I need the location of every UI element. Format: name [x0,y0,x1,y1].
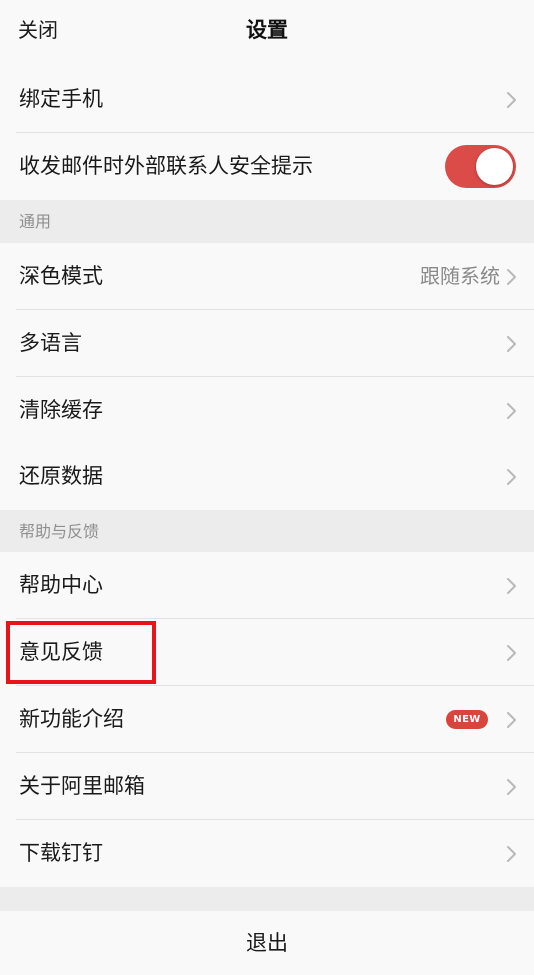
chevron-right-icon [507,779,516,795]
help-center-row[interactable]: 帮助中心 [0,552,534,619]
chevron-right-icon [507,846,516,862]
chevron-right-icon [507,92,516,108]
section-header-general: 通用 [0,200,534,243]
external-contact-tip-toggle[interactable] [445,145,516,188]
section-gap [0,887,534,911]
download-dingtalk-row[interactable]: 下载钉钉 [0,820,534,887]
highlight-box [6,621,156,684]
page-title: 设置 [246,18,288,42]
restore-data-label: 还原数据 [19,464,103,488]
clear-cache-row[interactable]: 清除缓存 [0,377,534,444]
new-features-label: 新功能介绍 [19,707,124,731]
download-dingtalk-label: 下载钉钉 [19,841,103,865]
navigation-bar: 关闭 设置 [0,0,534,66]
section-header-help: 帮助与反馈 [0,510,534,552]
chevron-right-icon [507,578,516,594]
chevron-right-icon [507,469,516,485]
clear-cache-label: 清除缓存 [19,398,103,422]
about-row[interactable]: 关于阿里邮箱 [0,753,534,820]
language-label: 多语言 [19,331,82,355]
dark-mode-row[interactable]: 深色模式 跟随系统 [0,243,534,310]
close-button[interactable]: 关闭 [18,16,58,44]
toggle-knob [476,148,513,185]
dark-mode-label: 深色模式 [19,264,103,288]
language-row[interactable]: 多语言 [0,310,534,377]
new-features-row[interactable]: 新功能介绍 NEW [0,686,534,753]
chevron-right-icon [507,645,516,661]
section-title-general: 通用 [19,212,52,231]
section-title-help: 帮助与反馈 [19,522,100,541]
external-contact-tip-label: 收发邮件时外部联系人安全提示 [19,154,313,178]
bind-phone-label: 绑定手机 [19,87,103,111]
chevron-right-icon [507,403,516,419]
dark-mode-value: 跟随系统 [420,264,500,288]
help-center-label: 帮助中心 [19,573,103,597]
logout-label: 退出 [246,931,288,955]
chevron-right-icon [507,269,516,285]
chevron-right-icon [507,712,516,728]
restore-data-row[interactable]: 还原数据 [0,443,534,510]
logout-button[interactable]: 退出 [0,911,534,975]
new-badge: NEW [446,710,488,729]
external-contact-tip-row: 收发邮件时外部联系人安全提示 [0,133,534,200]
bind-phone-row[interactable]: 绑定手机 [0,66,534,133]
about-label: 关于阿里邮箱 [19,774,145,798]
chevron-right-icon [507,336,516,352]
